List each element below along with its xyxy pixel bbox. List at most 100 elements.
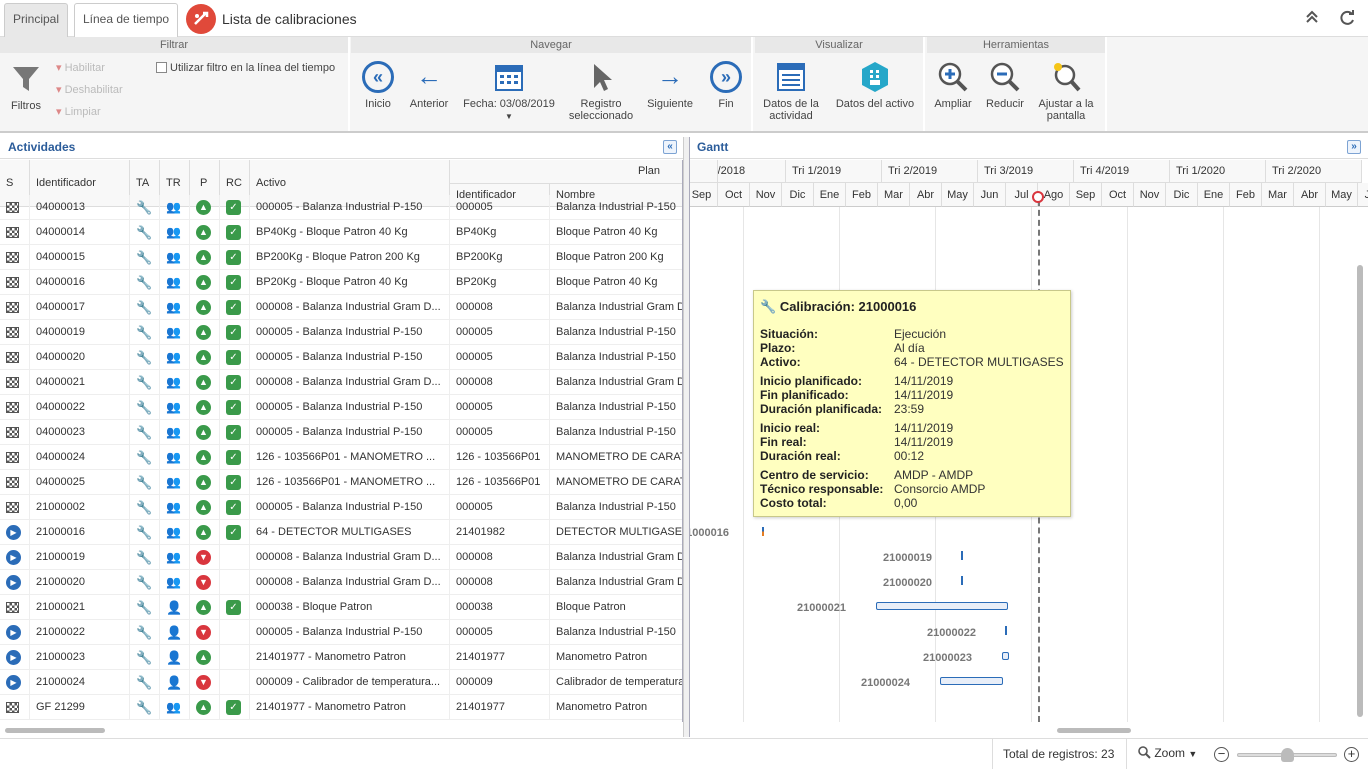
table-row[interactable]: 04000020 🔧 👥 ▲ ✓ 000005 - Balanza Industrial … — [0, 345, 682, 370]
cell-pid: 000005 — [450, 195, 550, 220]
inicio-button[interactable]: « Inicio — [359, 61, 397, 110]
cell-tr: 👥 — [160, 545, 190, 570]
limpiar-button[interactable]: ▾ Limpiar — [56, 105, 101, 118]
refresh-icon[interactable] — [1338, 9, 1356, 32]
collapse-left-icon[interactable]: « — [663, 140, 677, 154]
reducir-button[interactable]: Reducir — [983, 61, 1027, 110]
use-filter-option[interactable]: Utilizar filtro en la línea del tiempo — [156, 62, 335, 74]
gantt-horizontal-scrollbar[interactable] — [1057, 728, 1131, 733]
cell-ta: 🔧 — [130, 445, 160, 470]
table-row[interactable]: 04000024 🔧 👥 ▲ ✓ 126 - 103566P01 - MANOMETRO … — [0, 445, 682, 470]
table-row[interactable]: ▶ 21000023 🔧 👤 ▲ 21401977 - Manometro Patron 2… — [0, 645, 682, 670]
habilitar-button[interactable]: ▾ Habilitar — [56, 61, 105, 74]
ajustar-pantalla-button[interactable]: Ajustar a la pantalla — [1033, 61, 1099, 122]
gantt-task-bar[interactable] — [1002, 652, 1009, 660]
table-row[interactable]: 04000023 🔧 👥 ▲ ✓ 000005 - Balanza Industrial … — [0, 420, 682, 445]
table-row[interactable]: ▶ 21000024 🔧 👤 ▼ 000009 - Calibrador de tempe… — [0, 670, 682, 695]
table-row[interactable]: 04000021 🔧 👥 ▲ ✓ 000008 - Balanza Industrial … — [0, 370, 682, 395]
zoom-out-icon[interactable]: − — [1214, 747, 1229, 762]
table-row[interactable]: 21000002 🔧 👥 ▲ ✓ 000005 - Balanza Industrial … — [0, 495, 682, 520]
cell-rc: ✓ — [220, 420, 250, 445]
cell-p: ▲ — [190, 595, 220, 620]
gantt-task-bar[interactable] — [1005, 626, 1007, 635]
table-row[interactable]: ▶ 21000020 🔧 👥 ▼ 000008 - Balanza Industrial … — [0, 570, 682, 595]
registro-seleccionado-button[interactable]: Registro seleccionado — [565, 61, 637, 122]
fin-label: Fin — [718, 98, 734, 110]
cell-pid: 126 - 103566P01 — [450, 470, 550, 495]
cell-p: ▲ — [190, 320, 220, 345]
chevron-up-icon: ▲ — [196, 275, 211, 290]
person-icon: 👤 — [166, 650, 183, 665]
table-row[interactable]: 04000022 🔧 👥 ▲ ✓ 000005 - Balanza Industrial … — [0, 395, 682, 420]
cell-rc: ✓ — [220, 220, 250, 245]
cell-rc — [220, 545, 250, 570]
datos-actividad-button[interactable]: Datos de la actividad — [759, 61, 823, 122]
anterior-button[interactable]: ← Anterior — [408, 61, 450, 110]
cell-s — [0, 345, 30, 370]
group-filtrar: Filtrar Filtros ▾ Habilitar ▾ Deshabilit… — [0, 37, 350, 131]
gantt-task-label: 21000022 — [927, 627, 976, 639]
tab-linea-de-tiempo[interactable]: Línea de tiempo — [74, 3, 179, 37]
collapse-up-icon[interactable] — [1305, 9, 1319, 30]
zoom-control[interactable]: Zoom ▼ — [1138, 746, 1197, 760]
deshabilitar-button[interactable]: ▾ Deshabilitar — [56, 83, 123, 96]
table-row[interactable]: ▶ 21000019 🔧 👥 ▼ 000008 - Balanza Industrial … — [0, 545, 682, 570]
table-row[interactable]: ▶ 21000022 🔧 👤 ▼ 000005 - Balanza Industrial … — [0, 620, 682, 645]
gantt-vertical-scrollbar[interactable] — [1357, 265, 1363, 717]
ampliar-label: Ampliar — [934, 98, 972, 110]
activities-title: Actividades — [8, 140, 76, 154]
cell-pid: 000009 — [450, 670, 550, 695]
gantt-month-header: Abr — [1294, 183, 1326, 207]
table-row[interactable]: ▶ 21000016 🔧 👥 ▲ ✓ 64 - DETECTOR MULTIGASES 214… — [0, 520, 682, 545]
gantt-task-bar[interactable] — [961, 551, 963, 560]
filtros-button[interactable]: Filtros — [6, 63, 46, 112]
group-header: Visualizar — [755, 37, 923, 53]
team-icon: 👥 — [166, 375, 181, 389]
cell-nombre: Balanza Industrial Gram D — [550, 295, 682, 320]
cell-nombre: Bloque Patron 200 Kg — [550, 245, 682, 270]
habilitar-label: Habilitar — [64, 62, 105, 74]
gantt-task-bar[interactable] — [961, 576, 963, 585]
fecha-label: Fecha: 03/08/2019 — [463, 98, 555, 110]
fin-button[interactable]: » Fin — [707, 61, 745, 110]
gantt-task-bar[interactable] — [762, 527, 764, 536]
cell-s — [0, 220, 30, 245]
cell-id: 04000016 — [30, 270, 130, 295]
gantt-task-bar[interactable] — [940, 677, 1003, 685]
table-row[interactable]: 04000025 🔧 👥 ▲ ✓ 126 - 103566P01 - MANOMETRO … — [0, 470, 682, 495]
chevron-up-icon: ▲ — [196, 200, 211, 215]
table-row[interactable]: 21000021 🔧 👤 ▲ ✓ 000038 - Bloque Patron 000038… — [0, 595, 682, 620]
cell-s — [0, 320, 30, 345]
fecha-button[interactable]: Fecha: 03/08/2019 ▼ — [461, 61, 557, 123]
cell-p: ▼ — [190, 620, 220, 645]
table-row[interactable]: GF 21299 🔧 👥 ▲ ✓ 21401977 - Manometro Patron 2… — [0, 695, 682, 720]
chevron-up-icon: ▲ — [196, 475, 211, 490]
table-row[interactable]: 04000015 🔧 👥 ▲ ✓ BP200Kg - Bloque Patron 200 … — [0, 245, 682, 270]
table-row[interactable]: 04000019 🔧 👥 ▲ ✓ 000005 - Balanza Industrial … — [0, 320, 682, 345]
table-row[interactable]: 04000014 🔧 👥 ▲ ✓ BP40Kg - Bloque Patron 40 Kg… — [0, 220, 682, 245]
tooltip-title-text: Calibración: 21000016 — [779, 299, 917, 314]
cell-s: ▶ — [0, 520, 30, 545]
tab-principal[interactable]: Principal — [4, 3, 69, 37]
gantt-month-header: Dic — [782, 183, 814, 207]
table-row[interactable]: 04000013 🔧 👥 ▲ ✓ 000005 - Balanza Industrial … — [0, 195, 682, 220]
cell-s: ▶ — [0, 620, 30, 645]
zoom-in-icon[interactable]: + — [1344, 747, 1359, 762]
splitter[interactable] — [683, 137, 690, 737]
table-row[interactable]: 04000017 🔧 👥 ▲ ✓ 000008 - Balanza Industrial … — [0, 295, 682, 320]
grid-horizontal-scrollbar[interactable] — [5, 728, 105, 733]
check-icon: ✓ — [226, 275, 241, 290]
cell-tr: 👥 — [160, 495, 190, 520]
cell-activo: 64 - DETECTOR MULTIGASES — [250, 520, 450, 545]
gantt-task-bar[interactable] — [876, 602, 1008, 610]
zoom-slider-handle[interactable] — [1281, 748, 1294, 762]
table-row[interactable]: 04000016 🔧 👥 ▲ ✓ BP20Kg - Bloque Patron 40 Kg… — [0, 270, 682, 295]
person-icon: 👤 — [166, 625, 183, 640]
use-filter-checkbox[interactable] — [156, 62, 167, 73]
collapse-right-icon[interactable]: » — [1347, 140, 1361, 154]
datos-activo-button[interactable]: Datos del activo — [833, 61, 917, 110]
ampliar-button[interactable]: Ampliar — [931, 61, 975, 110]
cell-ta: 🔧 — [130, 545, 160, 570]
cell-pid: 000008 — [450, 570, 550, 595]
siguiente-button[interactable]: → Siguiente — [645, 61, 695, 110]
